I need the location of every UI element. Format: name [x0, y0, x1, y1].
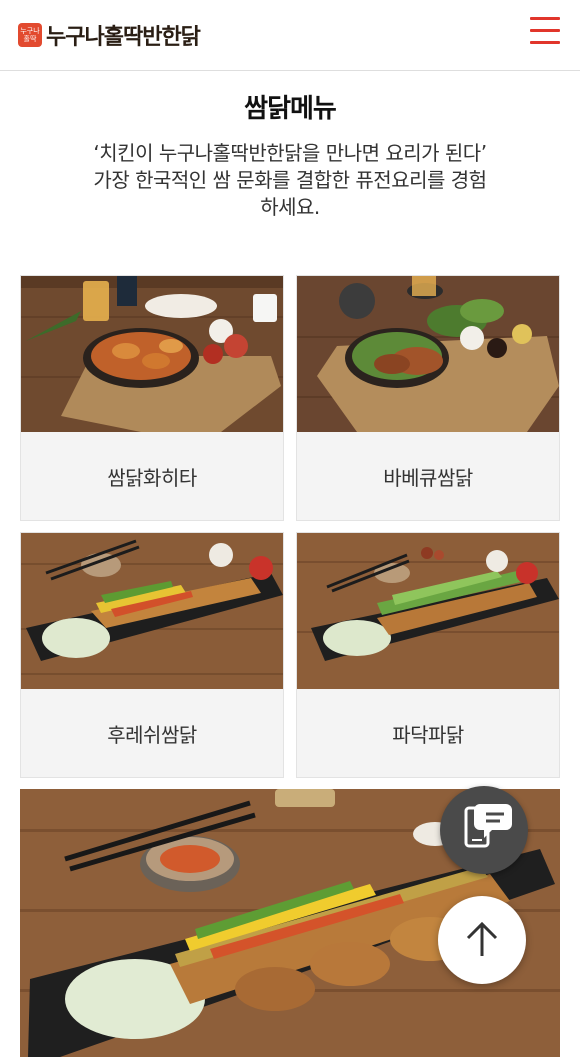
menu-card-2[interactable]: 바베큐쌈닭 — [296, 275, 560, 521]
menu-card-3[interactable]: 후레쉬쌈닭 — [20, 532, 284, 778]
page-title: 쌈닭메뉴 — [244, 94, 337, 124]
brand-logo[interactable]: 누구나 홀딱 누구나홀딱반한닭 — [18, 18, 201, 52]
description-line-1: ‘치킨이 누구나홀딱반한닭을 만나면 요리가 된다’ — [93, 141, 487, 165]
arrow-up-icon[interactable] — [438, 896, 526, 984]
menu-label-1: 쌈닭화히타 — [107, 465, 197, 490]
menu-card-1[interactable]: 쌈닭화히타 — [20, 275, 284, 521]
chat-phone-icon[interactable] — [440, 786, 528, 874]
menu-card-4[interactable]: 파닥파닭 — [296, 532, 560, 778]
description-line-3: 하세요. — [260, 195, 320, 219]
menu-label-4: 파닥파닭 — [392, 722, 464, 747]
menu-photo-3 — [21, 533, 283, 689]
menu-photo-1 — [21, 276, 283, 432]
menu-photo-4 — [297, 533, 559, 689]
menu-label-2: 바베큐쌈닭 — [383, 465, 473, 490]
menu-label-3: 후레쉬쌈닭 — [107, 722, 197, 747]
description-line-2: 가장 한국적인 쌈 문화를 결합한 퓨전요리를 경험 — [93, 168, 487, 192]
page-description: ‘치킨이 누구나홀딱반한닭을 만나면 요리가 된다’ 가장 한국적인 쌈 문화를… — [60, 140, 520, 221]
logo-badge: 누구나 홀딱 — [18, 23, 42, 47]
site-header: 누구나 홀딱 누구나홀딱반한닭 — [0, 0, 580, 71]
logo-text: 누구나홀딱반한닭 — [46, 25, 201, 50]
hamburger-icon[interactable] — [530, 17, 560, 47]
menu-photo-2 — [297, 276, 559, 432]
